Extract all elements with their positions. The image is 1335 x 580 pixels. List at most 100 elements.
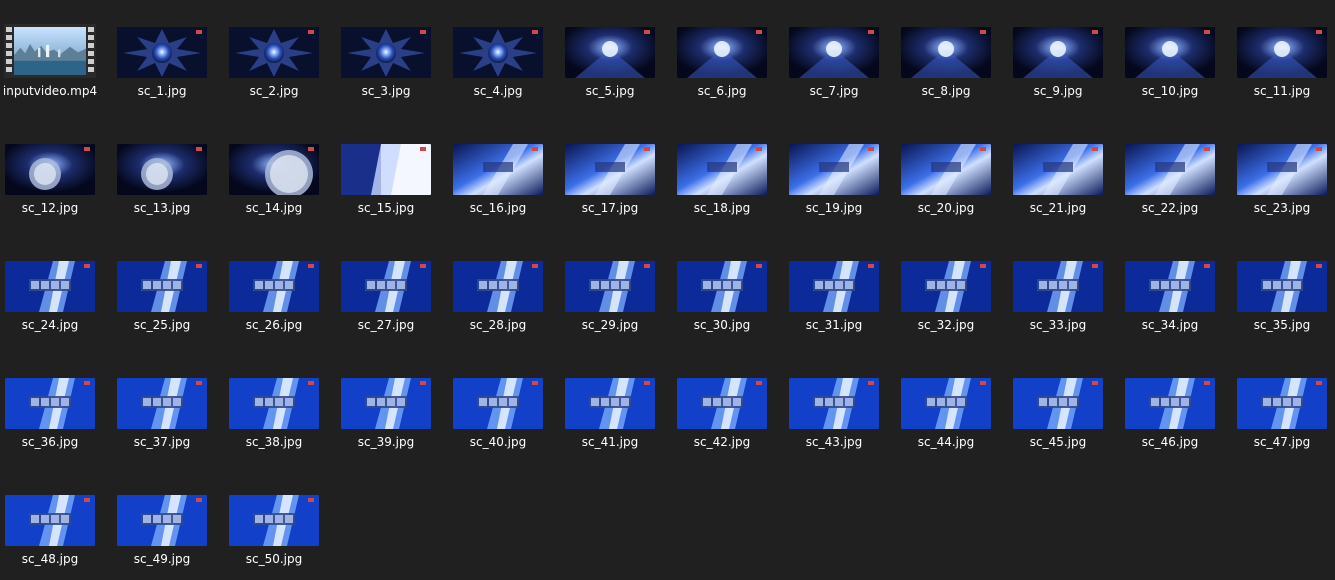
image-file-item[interactable]: sc_49.jpg (112, 468, 224, 578)
image-file-item[interactable]: sc_4.jpg (448, 0, 560, 110)
image-thumbnail (677, 27, 767, 78)
image-file-item[interactable]: sc_48.jpg (0, 468, 112, 578)
file-name-label: sc_11.jpg (1253, 84, 1311, 98)
image-file-item[interactable]: sc_6.jpg (672, 0, 784, 110)
image-file-item[interactable]: sc_26.jpg (224, 234, 336, 344)
image-file-item[interactable]: sc_23.jpg (1232, 117, 1335, 227)
image-file-item[interactable]: sc_8.jpg (896, 0, 1008, 110)
image-file-item[interactable]: sc_18.jpg (672, 117, 784, 227)
image-file-item[interactable]: sc_10.jpg (1120, 0, 1232, 110)
image-file-item[interactable]: sc_34.jpg (1120, 234, 1232, 344)
image-file-item[interactable]: sc_37.jpg (112, 351, 224, 461)
image-thumbnail (1125, 378, 1215, 429)
image-file-item[interactable]: sc_39.jpg (336, 351, 448, 461)
file-name-label: sc_32.jpg (917, 318, 975, 332)
image-file-item[interactable]: sc_17.jpg (560, 117, 672, 227)
image-thumbnail (901, 144, 991, 195)
file-name-label: sc_1.jpg (137, 84, 187, 98)
image-file-item[interactable]: sc_43.jpg (784, 351, 896, 461)
image-file-item[interactable]: sc_29.jpg (560, 234, 672, 344)
image-file-item[interactable]: sc_25.jpg (112, 234, 224, 344)
image-thumbnail (677, 144, 767, 195)
image-thumbnail (229, 378, 319, 429)
image-thumbnail (565, 378, 655, 429)
image-file-item[interactable]: sc_30.jpg (672, 234, 784, 344)
file-name-label: sc_38.jpg (245, 435, 303, 449)
file-name-label: sc_15.jpg (357, 201, 415, 215)
image-file-item[interactable]: sc_2.jpg (224, 0, 336, 110)
file-name-label: sc_22.jpg (1141, 201, 1199, 215)
file-name-label: sc_37.jpg (133, 435, 191, 449)
file-name-label: sc_2.jpg (249, 84, 299, 98)
image-file-item[interactable]: sc_9.jpg (1008, 0, 1120, 110)
file-name-label: sc_18.jpg (693, 201, 751, 215)
file-name-label: sc_4.jpg (473, 84, 523, 98)
image-thumbnail (5, 261, 95, 312)
image-file-item[interactable]: sc_40.jpg (448, 351, 560, 461)
image-thumbnail (341, 27, 431, 78)
image-file-item[interactable]: sc_31.jpg (784, 234, 896, 344)
image-file-item[interactable]: sc_35.jpg (1232, 234, 1335, 344)
image-file-item[interactable]: sc_13.jpg (112, 117, 224, 227)
image-thumbnail (1013, 378, 1103, 429)
image-file-item[interactable]: sc_12.jpg (0, 117, 112, 227)
image-thumbnail (229, 495, 319, 546)
image-file-item[interactable]: sc_42.jpg (672, 351, 784, 461)
file-name-label: sc_28.jpg (469, 318, 527, 332)
image-file-item[interactable]: sc_5.jpg (560, 0, 672, 110)
image-file-item[interactable]: sc_32.jpg (896, 234, 1008, 344)
image-thumbnail (453, 378, 543, 429)
image-thumbnail (1237, 27, 1327, 78)
image-thumbnail (789, 27, 879, 78)
image-thumbnail (1013, 261, 1103, 312)
image-thumbnail (117, 378, 207, 429)
file-name-label: sc_47.jpg (1253, 435, 1311, 449)
image-thumbnail (1125, 144, 1215, 195)
image-file-item[interactable]: sc_16.jpg (448, 117, 560, 227)
image-thumbnail (117, 27, 207, 78)
image-thumbnail (789, 144, 879, 195)
image-file-item[interactable]: sc_45.jpg (1008, 351, 1120, 461)
image-file-item[interactable]: sc_22.jpg (1120, 117, 1232, 227)
file-name-label: sc_40.jpg (469, 435, 527, 449)
file-name-label: sc_13.jpg (133, 201, 191, 215)
image-file-item[interactable]: sc_24.jpg (0, 234, 112, 344)
image-thumbnail (1125, 27, 1215, 78)
image-file-item[interactable]: sc_36.jpg (0, 351, 112, 461)
file-name-label: sc_43.jpg (805, 435, 863, 449)
image-file-item[interactable]: sc_47.jpg (1232, 351, 1335, 461)
image-file-item[interactable]: sc_46.jpg (1120, 351, 1232, 461)
image-file-item[interactable]: sc_19.jpg (784, 117, 896, 227)
image-thumbnail (565, 144, 655, 195)
file-name-label: sc_16.jpg (469, 201, 527, 215)
video-thumbnail (4, 24, 96, 80)
image-file-item[interactable]: sc_20.jpg (896, 117, 1008, 227)
image-file-item[interactable]: sc_50.jpg (224, 468, 336, 578)
image-file-item[interactable]: sc_11.jpg (1232, 0, 1335, 110)
image-file-item[interactable]: sc_44.jpg (896, 351, 1008, 461)
image-thumbnail (677, 378, 767, 429)
image-file-item[interactable]: sc_3.jpg (336, 0, 448, 110)
image-file-item[interactable]: sc_15.jpg (336, 117, 448, 227)
image-thumbnail (229, 27, 319, 78)
image-file-item[interactable]: sc_21.jpg (1008, 117, 1120, 227)
image-file-item[interactable]: sc_27.jpg (336, 234, 448, 344)
file-name-label: sc_26.jpg (245, 318, 303, 332)
file-name-label: sc_50.jpg (245, 552, 303, 566)
image-file-item[interactable]: sc_14.jpg (224, 117, 336, 227)
image-file-item[interactable]: sc_33.jpg (1008, 234, 1120, 344)
file-name-label: sc_35.jpg (1253, 318, 1311, 332)
image-file-item[interactable]: sc_38.jpg (224, 351, 336, 461)
file-name-label: sc_25.jpg (133, 318, 191, 332)
image-file-item[interactable]: sc_28.jpg (448, 234, 560, 344)
file-name-label: sc_36.jpg (21, 435, 79, 449)
file-name-label: sc_8.jpg (921, 84, 971, 98)
image-thumbnail (901, 378, 991, 429)
image-file-item[interactable]: sc_1.jpg (112, 0, 224, 110)
video-file-item[interactable]: inputvideo.mp4 (0, 0, 112, 110)
image-file-item[interactable]: sc_41.jpg (560, 351, 672, 461)
image-thumbnail (229, 261, 319, 312)
image-thumbnail (1237, 261, 1327, 312)
image-file-item[interactable]: sc_7.jpg (784, 0, 896, 110)
image-thumbnail (229, 144, 319, 195)
